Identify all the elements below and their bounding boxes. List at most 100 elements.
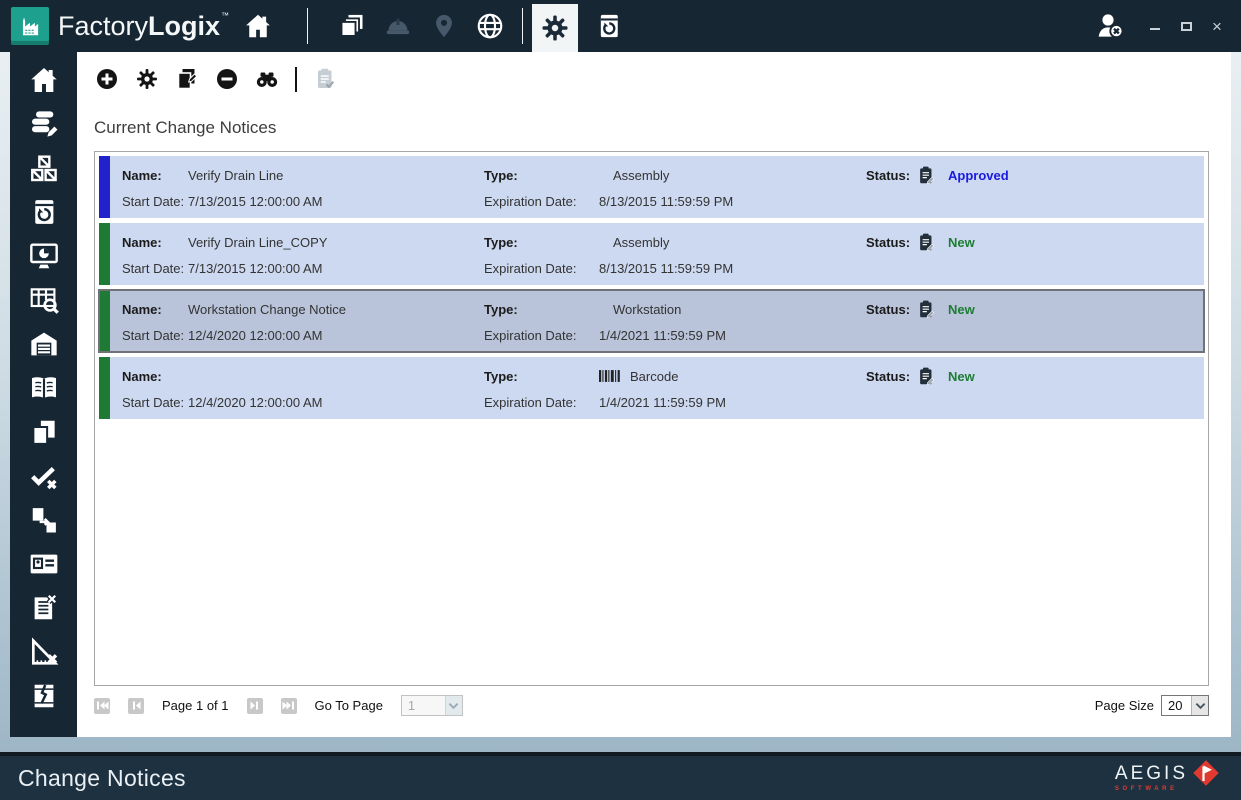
monitor-chart-icon — [29, 243, 58, 269]
name-value: Verify Drain Line — [188, 167, 284, 183]
table-search-icon — [30, 288, 59, 314]
nav-globe-button[interactable] — [467, 3, 513, 49]
nav-layers-button[interactable] — [329, 3, 375, 49]
sidebar-item-table-search[interactable] — [19, 278, 69, 322]
revision-device-icon — [600, 14, 618, 38]
document-check-icon — [318, 68, 335, 89]
change-notice-row[interactable]: Name: Verify Drain Line Start Date: 7/13/2… — [99, 156, 1204, 218]
nav-location-button[interactable] — [421, 3, 467, 49]
status-value: New — [948, 301, 975, 317]
change-notice-list: Name: Verify Drain Line Start Date: 7/13/2… — [94, 151, 1209, 686]
statusbar-title: Change Notices — [18, 764, 186, 791]
paste-copy-icon — [177, 69, 198, 90]
start-date-value: 7/13/2015 12:00:00 AM — [188, 193, 323, 209]
home-icon — [246, 14, 270, 38]
broken-package-icon — [34, 684, 53, 708]
change-notice-row[interactable]: Name: Start Date: 12/4/2020 12:00:00 AM T… — [99, 357, 1204, 419]
type-label: Type: — [484, 301, 518, 317]
toolbar-separator — [295, 66, 297, 92]
name-label: Name: — [122, 167, 162, 183]
chevron-down-icon — [1191, 696, 1208, 715]
change-notice-row-selected[interactable]: Name: Workstation Change Notice Start Dat… — [98, 289, 1205, 353]
sidebar-item-damaged-package[interactable] — [19, 674, 69, 718]
sidebar-item-warehouse[interactable] — [19, 322, 69, 366]
type-label: Type: — [484, 234, 518, 250]
sidebar-item-defect-list[interactable] — [19, 586, 69, 630]
name-value: Workstation Change Notice — [188, 301, 347, 317]
expiration-value: 8/13/2015 11:59:59 PM — [599, 193, 734, 209]
close-button[interactable]: × — [1209, 18, 1225, 35]
change-notice-icon — [918, 165, 935, 186]
next-page-icon — [250, 701, 258, 710]
previous-page-icon — [132, 701, 140, 710]
window-body: Current Change Notices Name: Verify Drain… — [0, 52, 1241, 752]
change-notice-icon — [918, 299, 935, 320]
previous-page-button[interactable] — [128, 697, 144, 714]
next-page-button[interactable] — [246, 697, 263, 714]
page-size-label: Page Size — [1094, 698, 1154, 713]
factorylogix-logo — [11, 7, 49, 45]
home-icon — [30, 68, 57, 92]
first-page-button[interactable] — [94, 697, 110, 714]
expiration-value: 8/13/2015 11:59:59 PM — [599, 260, 734, 276]
user-logout-button[interactable] — [1087, 3, 1133, 49]
find-button[interactable] — [254, 66, 280, 92]
binoculars-icon — [256, 72, 278, 88]
last-page-button[interactable] — [280, 697, 297, 714]
sidebar-item-documentation[interactable] — [19, 366, 69, 410]
page-size-dropdown[interactable]: 20 — [1161, 695, 1209, 716]
nav-hardhat-button[interactable] — [375, 3, 421, 49]
globe-icon — [477, 13, 503, 39]
aegis-logo-text: AEGIS — [1114, 763, 1188, 784]
type-label: Type: — [484, 368, 518, 384]
sidebar-item-data-edit[interactable] — [19, 102, 69, 146]
start-date-label: Start Date: — [122, 394, 185, 410]
settings-button[interactable] — [134, 66, 160, 92]
expiration-label: Expiration Date: — [484, 260, 577, 276]
type-value: Barcode — [630, 368, 679, 384]
check-x-icon — [30, 467, 57, 490]
maximize-button[interactable] — [1178, 18, 1194, 34]
nav-settings-button-selected[interactable] — [532, 4, 579, 52]
sidebar-item-materials[interactable] — [19, 146, 69, 190]
row-status-color-bar — [99, 223, 110, 285]
goto-page-dropdown[interactable]: 1 — [400, 695, 463, 716]
hard-hat-icon — [386, 18, 410, 35]
row-body: Name: Start Date: 12/4/2020 12:00:00 AM T… — [110, 357, 1204, 419]
expiration-value: 1/4/2021 11:59:59 PM — [599, 394, 726, 410]
sidebar-item-transfer[interactable] — [19, 498, 69, 542]
sidebar-item-revision[interactable] — [19, 190, 69, 234]
row-body: Name: Verify Drain Line Start Date: 7/13/2… — [110, 156, 1204, 218]
sidebar-item-dashboard[interactable] — [19, 234, 69, 278]
status-label: Status: — [866, 301, 911, 317]
change-notice-row[interactable]: Name: Verify Drain Line_COPY Start Date: 7… — [99, 223, 1204, 285]
nav-revision-button[interactable] — [586, 3, 632, 49]
paste-copy-button[interactable] — [174, 66, 200, 92]
row-body: Name: Verify Drain Line_COPY Start Date: 7… — [110, 223, 1204, 285]
sidebar-item-home[interactable] — [19, 58, 69, 102]
nav-home-button[interactable] — [235, 3, 281, 49]
boxes-icon — [30, 155, 57, 182]
type-value: Assembly — [613, 234, 670, 250]
titlebar-separator — [522, 8, 524, 44]
brand-factory: Factory — [58, 10, 149, 41]
ruler-x-icon — [31, 637, 58, 665]
approve-document-button-disabled[interactable] — [312, 66, 338, 92]
expiration-label: Expiration Date: — [484, 394, 577, 410]
sidebar-item-documents[interactable] — [19, 410, 69, 454]
add-button[interactable] — [94, 66, 120, 92]
warehouse-icon — [30, 332, 57, 356]
type-value: Workstation — [613, 301, 682, 317]
name-value: Verify Drain Line_COPY — [188, 234, 328, 250]
remove-circle-icon — [217, 69, 237, 89]
aegis-logo-subtext: SOFTWARE — [1114, 786, 1178, 792]
brand-text: FactoryLogix™ — [58, 11, 229, 42]
minimize-button[interactable] — [1147, 18, 1163, 34]
remove-button[interactable] — [214, 66, 240, 92]
sidebar-item-id-card[interactable] — [19, 542, 69, 586]
document-transfer-icon — [32, 508, 56, 533]
sidebar-item-verify[interactable] — [19, 454, 69, 498]
page-size-value: 20 — [1168, 698, 1183, 713]
brand-tm: ™ — [221, 10, 230, 20]
sidebar-item-measure-remove[interactable] — [19, 630, 69, 674]
